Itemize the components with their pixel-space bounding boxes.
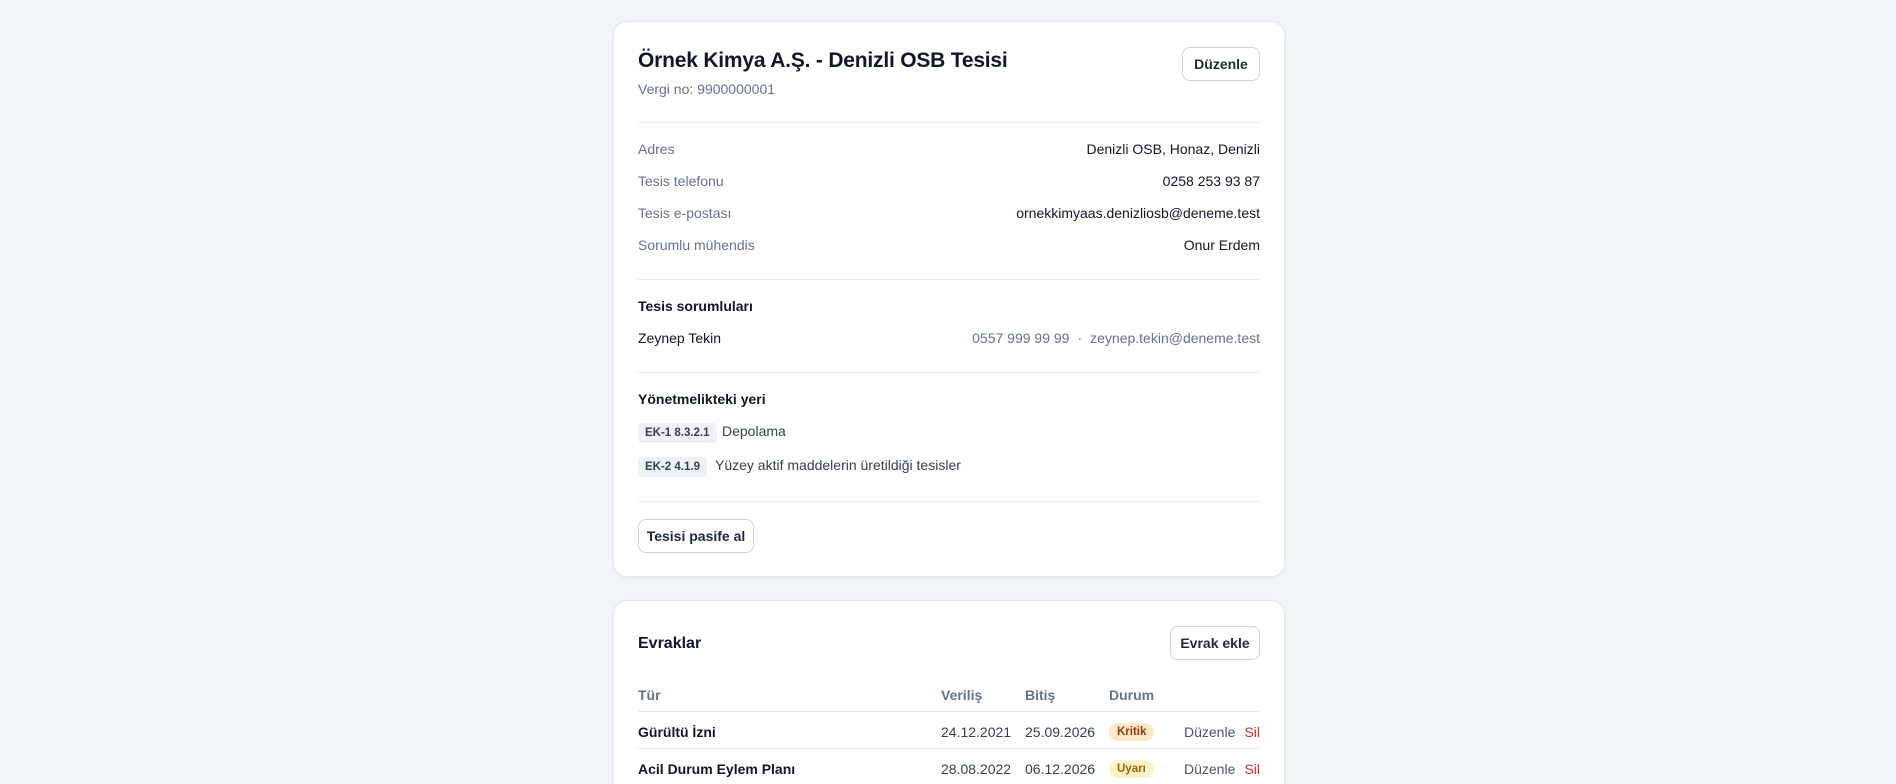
phone-label: Tesis telefonu [638, 173, 724, 189]
email-label: Tesis e-postası [638, 205, 732, 221]
column-header-status: Durum [1109, 687, 1155, 703]
responsible-phone: 0557 999 99 99 [972, 330, 1070, 346]
column-header-type: Tür [638, 687, 661, 703]
tax-number: Vergi no: 9900000001 [638, 81, 776, 97]
facility-title: Örnek Kimya A.Ş. - Denizli OSB Tesisi [638, 49, 1008, 72]
documents-title: Evraklar [638, 635, 702, 652]
table-header-divider [638, 711, 1260, 712]
documents-card: Evraklar Evrak ekle Tür Veriliş Bitiş Du… [613, 600, 1285, 784]
edit-document-link[interactable]: Düzenle [1184, 724, 1235, 740]
delete-document-link[interactable]: Sil [1244, 724, 1260, 740]
responsible-name: Zeynep Tekin [638, 330, 722, 346]
edit-document-link[interactable]: Düzenle [1184, 761, 1235, 777]
deactivate-facility-button[interactable]: Tesisi pasife al [638, 519, 754, 553]
regulation-heading: Yönetmelikteki yeri [638, 391, 766, 407]
address-value: Denizli OSB, Honaz, Denizli [1086, 141, 1260, 157]
engineer-value: Onur Erdem [1183, 237, 1260, 253]
edit-facility-button[interactable]: Düzenle [1182, 47, 1260, 81]
responsible-contact: 0557 999 99 99 · zeynep.tekin@deneme.tes… [972, 330, 1260, 346]
column-header-issued: Veriliş [941, 687, 983, 703]
divider [638, 372, 1260, 373]
email-value: ornekkimyaas.denizliosb@deneme.test [1016, 205, 1260, 221]
table-row-divider [638, 748, 1260, 749]
status-badge: Kritik [1109, 723, 1155, 741]
regulation-code-badge: EK-1 8.3.2.1 [638, 423, 717, 443]
column-header-expires: Bitiş [1025, 687, 1056, 703]
divider [638, 501, 1260, 502]
delete-document-link[interactable]: Sil [1244, 761, 1260, 777]
engineer-label: Sorumlu mühendis [638, 237, 755, 253]
responsibles-heading: Tesis sorumluları [638, 298, 753, 314]
add-document-button[interactable]: Evrak ekle [1170, 626, 1260, 660]
regulation-text: Yüzey aktif maddelerin üretildiği tesisl… [715, 457, 961, 473]
regulation-text: Depolama [722, 423, 786, 439]
contact-separator: · [1077, 330, 1083, 346]
divider [638, 279, 1260, 280]
divider [638, 122, 1260, 123]
document-expires: 06.12.2026 [1025, 761, 1096, 777]
document-expires: 25.09.2026 [1025, 724, 1096, 740]
status-badge: Uyarı [1109, 760, 1154, 778]
address-label: Adres [638, 141, 675, 157]
facility-card: Örnek Kimya A.Ş. - Denizli OSB Tesisi Ve… [613, 21, 1285, 577]
document-type: Acil Durum Eylem Planı [638, 761, 796, 777]
document-issued: 24.12.2021 [941, 724, 1012, 740]
phone-value: 0258 253 93 87 [1162, 173, 1260, 189]
document-issued: 28.08.2022 [941, 761, 1012, 777]
document-type: Gürültü İzni [638, 724, 716, 740]
responsible-email: zeynep.tekin@deneme.test [1090, 330, 1260, 346]
regulation-code-badge: EK-2 4.1.9 [638, 457, 707, 477]
